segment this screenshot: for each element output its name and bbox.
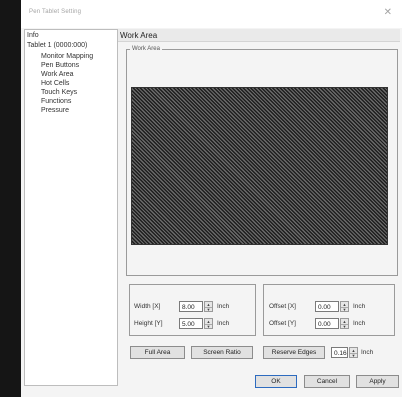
close-icon[interactable]: ✕ <box>384 7 392 18</box>
spin-down-icon[interactable]: ▼ <box>350 353 357 358</box>
spin-down-icon[interactable]: ▼ <box>341 324 348 329</box>
height-field[interactable]: 5.00 <box>179 318 203 329</box>
settings-dialog: Pen Tablet Setting ✕ Info Tablet 1 (0000… <box>21 0 402 397</box>
offset-x-spinner[interactable]: ▲ ▼ <box>340 301 349 312</box>
reserve-edges-button[interactable]: Reserve Edges <box>263 346 325 359</box>
apply-button[interactable]: Apply <box>356 375 399 388</box>
title-bar[interactable]: Pen Tablet Setting ✕ <box>21 0 402 28</box>
tree-item-work-area[interactable]: Work Area <box>41 71 74 78</box>
spin-down-icon[interactable]: ▼ <box>205 307 212 312</box>
work-area-preview[interactable] <box>131 87 388 245</box>
ok-button[interactable]: OK <box>255 375 297 388</box>
height-label: Height [Y] <box>134 320 163 327</box>
width-unit: Inch <box>217 303 230 310</box>
panel-header: Work Area <box>118 29 400 42</box>
window-title: Pen Tablet Setting <box>29 9 82 15</box>
settings-tree: Info Tablet 1 (0000:000) Monitor Mapping… <box>24 29 118 386</box>
offset-x-unit: Inch <box>353 303 366 310</box>
offset-y-spinner[interactable]: ▲ ▼ <box>340 318 349 329</box>
cancel-button[interactable]: Cancel <box>304 375 350 388</box>
work-area-group-label: Work Area <box>130 46 162 52</box>
offset-x-field[interactable]: 0.00 <box>315 301 339 312</box>
width-spinner[interactable]: ▲ ▼ <box>204 301 213 312</box>
tree-item-hot-cells[interactable]: Hot Cells <box>41 80 69 87</box>
panel-title: Work Area <box>120 31 158 40</box>
height-spinner[interactable]: ▲ ▼ <box>204 318 213 329</box>
offset-y-label: Offset [Y] <box>269 320 296 327</box>
screen-ratio-button[interactable]: Screen Ratio <box>191 346 253 359</box>
tree-item-tablet[interactable]: Tablet 1 (0000:000) <box>27 42 87 49</box>
width-field[interactable]: 8.00 <box>179 301 203 312</box>
width-label: Width [X] <box>134 303 161 310</box>
tree-item-pressure[interactable]: Pressure <box>41 107 69 114</box>
spin-down-icon[interactable]: ▼ <box>341 307 348 312</box>
spin-down-icon[interactable]: ▼ <box>205 324 212 329</box>
reserve-edges-unit: Inch <box>361 349 374 356</box>
offset-x-label: Offset [X] <box>269 303 296 310</box>
height-unit: Inch <box>217 320 230 327</box>
tree-item-info[interactable]: Info <box>27 32 39 39</box>
tree-item-touch-keys[interactable]: Touch Keys <box>41 89 77 96</box>
tree-item-pen-buttons[interactable]: Pen Buttons <box>41 62 79 69</box>
tree-item-monitor-mapping[interactable]: Monitor Mapping <box>41 53 93 60</box>
reserve-edges-spinner[interactable]: ▲ ▼ <box>349 347 358 358</box>
tree-item-functions[interactable]: Functions <box>41 98 71 105</box>
reserve-edges-field[interactable]: 0.16 <box>331 347 348 358</box>
full-area-button[interactable]: Full Area <box>130 346 185 359</box>
offset-y-unit: Inch <box>353 320 366 327</box>
offset-y-field[interactable]: 0.00 <box>315 318 339 329</box>
